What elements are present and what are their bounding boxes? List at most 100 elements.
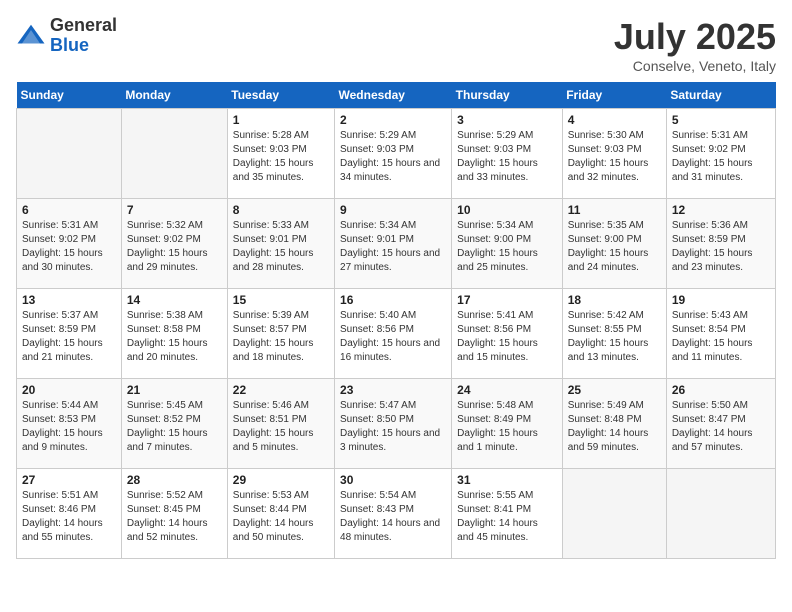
day-info: Sunrise: 5:37 AMSunset: 8:59 PMDaylight:… [22,309,116,365]
day-number: 23 [340,383,446,397]
day-info: Sunrise: 5:40 AMSunset: 8:56 PMDaylight:… [340,309,446,365]
day-info: Sunrise: 5:45 AMSunset: 8:52 PMDaylight:… [127,399,222,455]
calendar-cell: 20 Sunrise: 5:44 AMSunset: 8:53 PMDayligh… [17,379,122,469]
day-info: Sunrise: 5:30 AMSunset: 9:03 PMDaylight:… [568,129,661,185]
calendar-cell: 30 Sunrise: 5:54 AMSunset: 8:43 PMDayligh… [335,469,452,559]
day-number: 26 [672,383,770,397]
logo-icon [16,21,46,51]
day-info: Sunrise: 5:31 AMSunset: 9:02 PMDaylight:… [672,129,770,185]
weekday-header: Sunday [17,82,122,109]
day-number: 3 [457,113,557,127]
calendar-cell: 15 Sunrise: 5:39 AMSunset: 8:57 PMDayligh… [227,289,334,379]
calendar-cell: 1Sunrise: 5:28 AMSunset: 9:03 PMDaylight… [227,109,334,199]
calendar-cell: 5 Sunrise: 5:31 AMSunset: 9:02 PMDaylight… [666,109,775,199]
day-number: 15 [233,293,329,307]
day-number: 31 [457,473,557,487]
day-info: Sunrise: 5:44 AMSunset: 8:53 PMDaylight:… [22,399,116,455]
day-info: Sunrise: 5:43 AMSunset: 8:54 PMDaylight:… [672,309,770,365]
day-number: 2 [340,113,446,127]
day-info: Sunrise: 5:51 AMSunset: 8:46 PMDaylight:… [22,489,116,545]
day-number: 25 [568,383,661,397]
calendar-cell: 14 Sunrise: 5:38 AMSunset: 8:58 PMDayligh… [121,289,227,379]
calendar-cell: 31 Sunrise: 5:55 AMSunset: 8:41 PMDayligh… [452,469,563,559]
calendar-cell: 18 Sunrise: 5:42 AMSunset: 8:55 PMDayligh… [562,289,666,379]
weekday-header: Saturday [666,82,775,109]
calendar-cell: 13 Sunrise: 5:37 AMSunset: 8:59 PMDayligh… [17,289,122,379]
day-number: 5 [672,113,770,127]
calendar-week-row: 6 Sunrise: 5:31 AMSunset: 9:02 PMDaylight… [17,199,776,289]
calendar-cell: 26Sunrise: 5:50 AMSunset: 8:47 PMDayligh… [666,379,775,469]
logo-blue: Blue [50,36,117,56]
calendar-cell: 8Sunrise: 5:33 AMSunset: 9:01 PMDaylight… [227,199,334,289]
day-number: 6 [22,203,116,217]
calendar-cell: 16 Sunrise: 5:40 AMSunset: 8:56 PMDayligh… [335,289,452,379]
day-info: Sunrise: 5:34 AMSunset: 9:01 PMDaylight:… [340,219,446,275]
day-info: Sunrise: 5:52 AMSunset: 8:45 PMDaylight:… [127,489,222,545]
day-info: Sunrise: 5:29 AMSunset: 9:03 PMDaylight:… [340,129,446,185]
day-info: Sunrise: 5:32 AMSunset: 9:02 PMDaylight:… [127,219,222,275]
weekday-header: Monday [121,82,227,109]
day-info: Sunrise: 5:31 AMSunset: 9:02 PMDaylight:… [22,219,116,275]
calendar-cell: 21 Sunrise: 5:45 AMSunset: 8:52 PMDayligh… [121,379,227,469]
calendar-cell: 19 Sunrise: 5:43 AMSunset: 8:54 PMDayligh… [666,289,775,379]
header-top: General Blue July 2025 Conselve, Veneto,… [16,16,776,74]
logo-general: General [50,16,117,36]
day-number: 4 [568,113,661,127]
calendar-cell: 24 Sunrise: 5:48 AMSunset: 8:49 PMDayligh… [452,379,563,469]
day-number: 28 [127,473,222,487]
day-number: 20 [22,383,116,397]
day-info: Sunrise: 5:39 AMSunset: 8:57 PMDaylight:… [233,309,329,365]
day-number: 12 [672,203,770,217]
day-number: 22 [233,383,329,397]
calendar-cell: 29 Sunrise: 5:53 AMSunset: 8:44 PMDayligh… [227,469,334,559]
day-number: 13 [22,293,116,307]
day-number: 17 [457,293,557,307]
calendar-cell: 9 Sunrise: 5:34 AMSunset: 9:01 PMDaylight… [335,199,452,289]
calendar-cell: 4 Sunrise: 5:30 AMSunset: 9:03 PMDaylight… [562,109,666,199]
day-info: Sunrise: 5:42 AMSunset: 8:55 PMDaylight:… [568,309,661,365]
day-number: 9 [340,203,446,217]
day-info: Sunrise: 5:35 AMSunset: 9:00 PMDaylight:… [568,219,661,275]
day-info: Sunrise: 5:38 AMSunset: 8:58 PMDaylight:… [127,309,222,365]
calendar-table: SundayMondayTuesdayWednesdayThursdayFrid… [16,82,776,559]
calendar-cell: 10 Sunrise: 5:34 AMSunset: 9:00 PMDayligh… [452,199,563,289]
month-title: July 2025 [614,16,776,58]
calendar-week-row: 20 Sunrise: 5:44 AMSunset: 8:53 PMDayligh… [17,379,776,469]
day-info: Sunrise: 5:54 AMSunset: 8:43 PMDaylight:… [340,489,446,545]
day-number: 24 [457,383,557,397]
day-info: Sunrise: 5:34 AMSunset: 9:00 PMDaylight:… [457,219,557,275]
calendar-cell [17,109,122,199]
title-block: July 2025 Conselve, Veneto, Italy [614,16,776,74]
calendar-cell: 22Sunrise: 5:46 AMSunset: 8:51 PMDayligh… [227,379,334,469]
day-info: Sunrise: 5:53 AMSunset: 8:44 PMDaylight:… [233,489,329,545]
calendar-cell: 27 Sunrise: 5:51 AMSunset: 8:46 PMDayligh… [17,469,122,559]
day-info: Sunrise: 5:28 AMSunset: 9:03 PMDaylight:… [233,129,329,185]
calendar-week-row: 27 Sunrise: 5:51 AMSunset: 8:46 PMDayligh… [17,469,776,559]
day-number: 19 [672,293,770,307]
weekday-header: Friday [562,82,666,109]
calendar-cell: 3 Sunrise: 5:29 AMSunset: 9:03 PMDaylight… [452,109,563,199]
calendar-cell [666,469,775,559]
calendar-cell: 25Sunrise: 5:49 AMSunset: 8:48 PMDayligh… [562,379,666,469]
day-number: 29 [233,473,329,487]
day-number: 11 [568,203,661,217]
day-number: 10 [457,203,557,217]
day-info: Sunrise: 5:33 AMSunset: 9:01 PMDaylight:… [233,219,329,275]
day-info: Sunrise: 5:29 AMSunset: 9:03 PMDaylight:… [457,129,557,185]
day-number: 16 [340,293,446,307]
day-number: 21 [127,383,222,397]
calendar-week-row: 1Sunrise: 5:28 AMSunset: 9:03 PMDaylight… [17,109,776,199]
day-number: 30 [340,473,446,487]
weekday-header: Thursday [452,82,563,109]
day-info: Sunrise: 5:48 AMSunset: 8:49 PMDaylight:… [457,399,557,455]
day-info: Sunrise: 5:41 AMSunset: 8:56 PMDaylight:… [457,309,557,365]
day-info: Sunrise: 5:55 AMSunset: 8:41 PMDaylight:… [457,489,557,545]
calendar-cell: 28 Sunrise: 5:52 AMSunset: 8:45 PMDayligh… [121,469,227,559]
calendar-cell: 7Sunrise: 5:32 AMSunset: 9:02 PMDaylight… [121,199,227,289]
day-number: 14 [127,293,222,307]
day-number: 27 [22,473,116,487]
day-info: Sunrise: 5:47 AMSunset: 8:50 PMDaylight:… [340,399,446,455]
calendar-cell: 17 Sunrise: 5:41 AMSunset: 8:56 PMDayligh… [452,289,563,379]
calendar-week-row: 13 Sunrise: 5:37 AMSunset: 8:59 PMDayligh… [17,289,776,379]
day-number: 18 [568,293,661,307]
